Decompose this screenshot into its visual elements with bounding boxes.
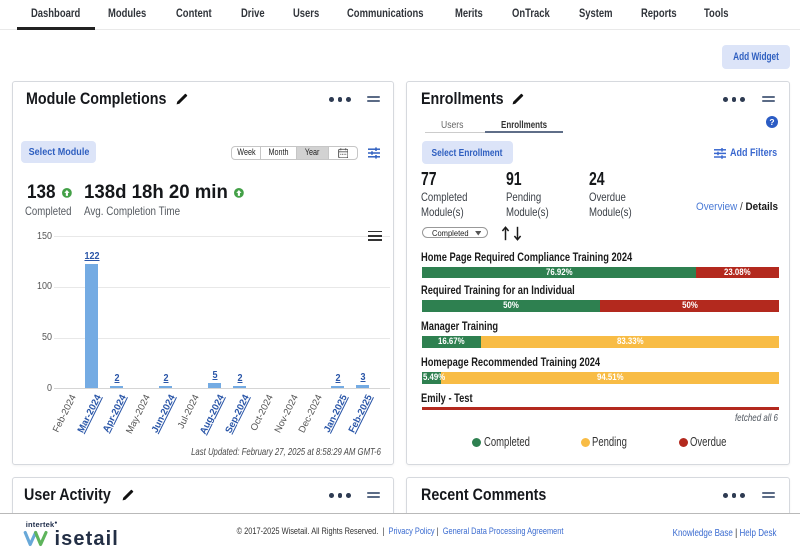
svg-text:?: ? <box>769 116 774 126</box>
